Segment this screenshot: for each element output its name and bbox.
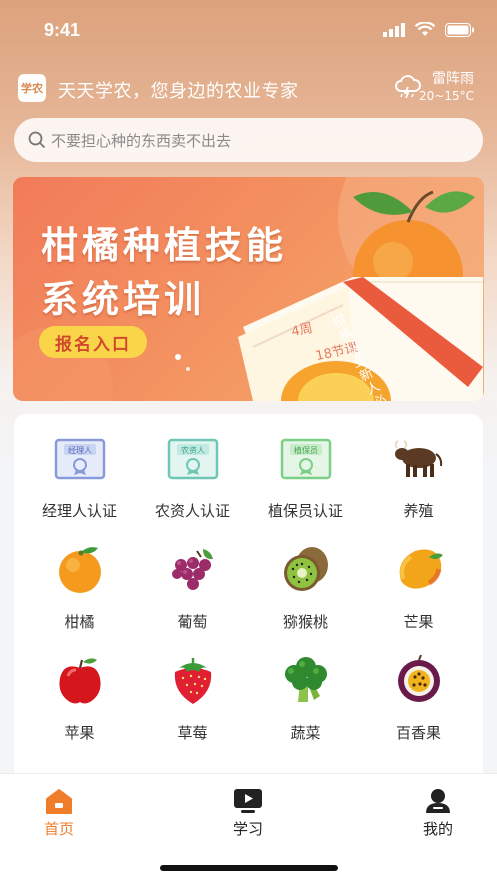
tab-label: 首页 bbox=[43, 820, 74, 838]
category-manager-cert[interactable]: 经理人 经理人认证 bbox=[21, 432, 138, 532]
home-indicator bbox=[160, 865, 338, 871]
tab-label: 学习 bbox=[232, 820, 263, 838]
thunderstorm-icon bbox=[395, 75, 421, 99]
passion-fruit-icon bbox=[398, 654, 440, 702]
category-label: 蔬菜 bbox=[290, 724, 321, 742]
grape-icon bbox=[172, 549, 213, 590]
tab-profile[interactable]: 我的 bbox=[393, 788, 483, 839]
battery-icon bbox=[445, 22, 474, 37]
category-mango[interactable]: 芒果 bbox=[360, 543, 477, 643]
tab-home[interactable]: 首页 bbox=[14, 788, 104, 839]
category-agri-supplier-cert[interactable]: 农资人 农资人认证 bbox=[134, 432, 251, 532]
signal-icon bbox=[383, 22, 405, 37]
weather-widget[interactable]: 雷阵雨 20~15°C bbox=[394, 68, 480, 108]
app-logo: 学农 bbox=[18, 74, 46, 102]
cert-badge-text: 农资人 bbox=[181, 445, 205, 455]
search-icon bbox=[28, 131, 46, 149]
agri-supplier-certificate-icon: 农资人 bbox=[167, 438, 219, 480]
plant-protector-certificate-icon: 植保员 bbox=[280, 438, 332, 480]
weather-temperature: 20~15°C bbox=[419, 89, 474, 103]
category-label: 柑橘 bbox=[64, 613, 95, 631]
category-label: 芒果 bbox=[403, 613, 434, 631]
category-plant-protector-cert[interactable]: 植保员 植保员认证 bbox=[247, 432, 364, 532]
category-kiwi[interactable]: 猕猴桃 bbox=[247, 543, 364, 643]
category-label: 农资人认证 bbox=[154, 502, 230, 520]
app-header: 学农 天天学农，您身边的农业专家 雷阵雨 20~15°C bbox=[18, 71, 480, 106]
broccoli-icon bbox=[285, 657, 327, 702]
search-input[interactable]: 不要担心种的东西卖不出去 bbox=[51, 130, 231, 151]
banner-title-line1: 柑橘种植技能 bbox=[41, 224, 287, 267]
video-play-icon bbox=[234, 789, 262, 813]
home-icon bbox=[46, 789, 72, 814]
category-grape[interactable]: 葡萄 bbox=[134, 543, 251, 643]
category-apple[interactable]: 苹果 bbox=[21, 654, 138, 754]
wifi-icon bbox=[415, 22, 435, 36]
cattle-icon bbox=[394, 440, 443, 477]
category-label: 养殖 bbox=[403, 502, 434, 520]
signup-button[interactable]: 报名入口 bbox=[39, 326, 147, 358]
mango-icon bbox=[399, 549, 443, 589]
apple-icon bbox=[59, 658, 101, 704]
category-label: 葡萄 bbox=[177, 613, 208, 631]
promo-banner[interactable]: 柑橘种植技能 系统培训 报名入口 4周 18节课 柑橘从业新人必看宝典 bbox=[13, 177, 484, 401]
strawberry-icon bbox=[174, 658, 212, 704]
category-passion-fruit[interactable]: 百香果 bbox=[360, 654, 477, 754]
banner-title-line2: 系统培训 bbox=[41, 278, 205, 321]
app-slogan: 天天学农，您身边的农业专家 bbox=[58, 81, 299, 102]
kiwi-icon bbox=[284, 547, 328, 591]
manager-certificate-icon: 经理人 bbox=[54, 438, 106, 480]
status-time: 9:41 bbox=[44, 20, 81, 40]
category-vegetable[interactable]: 蔬菜 bbox=[247, 654, 364, 754]
tab-learn[interactable]: 学习 bbox=[203, 788, 293, 839]
tab-label: 我的 bbox=[422, 820, 453, 838]
cert-badge-text: 植保员 bbox=[294, 445, 318, 455]
category-orange[interactable]: 柑橘 bbox=[21, 543, 138, 643]
category-label: 经理人认证 bbox=[41, 502, 117, 520]
weather-condition: 雷阵雨 bbox=[432, 71, 474, 87]
category-label: 草莓 bbox=[177, 724, 208, 742]
category-livestock[interactable]: 养殖 bbox=[360, 432, 477, 532]
cert-badge-text: 经理人 bbox=[68, 445, 92, 455]
category-strawberry[interactable]: 草莓 bbox=[134, 654, 251, 754]
user-icon bbox=[426, 789, 450, 813]
status-bar: 9:41 bbox=[0, 0, 497, 60]
category-label: 百香果 bbox=[395, 724, 441, 742]
orange-icon bbox=[59, 547, 101, 593]
search-bar[interactable]: 不要担心种的东西卖不出去 bbox=[14, 118, 483, 162]
category-label: 猕猴桃 bbox=[282, 613, 328, 631]
category-label: 苹果 bbox=[64, 724, 95, 742]
category-label: 植保员认证 bbox=[267, 502, 343, 520]
